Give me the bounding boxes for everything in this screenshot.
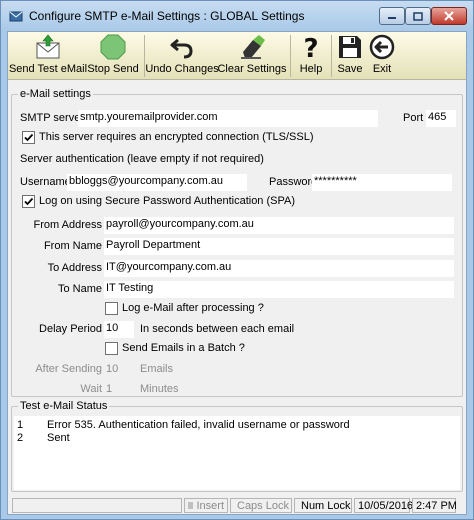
checkmark-icon [24,133,34,142]
from-address-label: From Address [33,219,102,231]
clear-settings-label: Clear Settings [217,63,287,75]
status-bar-blank-panel [12,498,182,513]
username-label: Username [20,176,71,188]
exit-label: Exit [372,63,392,75]
caps-lock-indicator: Caps Lock [230,498,292,513]
num-lock-indicator-label: Num Lock [301,499,351,512]
wait-unit: Minutes [140,383,179,395]
email-settings-group: e-Mail settings SMTP server smtp.yourema… [11,88,463,397]
send-test-email-button[interactable]: Send Test eMail [8,32,88,80]
status-row-message: Sent [47,432,70,444]
status-date: 10/05/2016 [354,498,413,513]
send-test-email-label: Send Test eMail [8,63,88,75]
exit-button[interactable]: Exit [368,32,396,80]
spa-checkbox[interactable] [22,195,35,208]
delay-period-label: Delay Period [39,323,102,335]
to-address-label: To Address [47,262,102,274]
email-settings-group-label: e-Mail settings [18,88,93,100]
batch-checkbox[interactable] [105,342,118,355]
from-name-label: From Name [43,240,102,252]
undo-changes-button[interactable]: Undo Changes [145,32,219,80]
to-address-input[interactable]: IT@yourcompany.com.au [104,260,454,277]
checkmark-icon [24,197,34,206]
undo-changes-label: Undo Changes [145,63,219,75]
spa-label: Log on using Secure Password Authenticat… [39,195,296,207]
status-time: 2:47 PM [412,498,457,513]
save-label: Save [337,63,363,75]
delay-period-input[interactable]: 10 [104,321,134,338]
clear-settings-button[interactable]: Clear Settings [217,32,287,80]
toolbar: Send Test eMail Stop Send Undo Changes C… [8,32,466,80]
window-title: Configure SMTP e-Mail Settings : GLOBAL … [29,9,305,23]
question-mark-icon: ? [303,34,318,60]
maximize-icon [413,11,423,21]
caps-lock-indicator-label: Caps Lock [237,499,289,512]
server-auth-label: Server authentication (leave empty if no… [20,153,264,165]
toolbar-separator [290,35,291,77]
username-input[interactable]: bbloggs@yourcompany.com.au [67,174,247,191]
client-area: Send Test eMail Stop Send Undo Changes C… [7,31,467,515]
to-name-label: To Name [57,283,102,295]
from-name-input[interactable]: Payroll Department [104,238,454,255]
exit-arrow-icon [369,34,395,60]
insert-indicator: Insert [184,498,228,513]
wait-label: Wait [80,383,102,395]
status-list[interactable]: 1 Error 535. Authentication failed, inva… [14,416,460,490]
password-input[interactable]: ********** [312,174,452,191]
maximize-button[interactable] [405,7,431,25]
status-row-number: 2 [17,432,24,444]
status-row-message: Error 535. Authentication failed, invali… [47,419,350,431]
after-sending-value: 10 [106,363,119,375]
stop-send-button[interactable]: Stop Send [87,32,139,80]
svg-text:?: ? [303,34,318,60]
from-address-input[interactable]: payroll@yourcompany.com.au [104,217,454,234]
stop-send-label: Stop Send [87,63,139,75]
status-row-number: 1 [17,419,24,431]
floppy-disk-icon [339,36,361,58]
stop-octagon-icon [100,34,126,60]
insert-indicator-icon [188,502,194,509]
help-button[interactable]: ? Help [296,32,326,80]
minimize-icon [388,17,396,19]
password-label: Password [269,176,318,188]
port-input[interactable]: 465 [426,110,456,127]
eraser-icon [241,35,265,59]
after-sending-unit: Emails [140,363,174,375]
title-bar[interactable]: Configure SMTP e-Mail Settings : GLOBAL … [1,1,473,31]
undo-arrow-icon [170,38,193,59]
insert-indicator-label: Insert [196,499,224,512]
toolbar-separator [331,35,332,77]
wait-value: 1 [106,383,113,395]
batch-label: Send Emails in a Batch ? [122,342,245,354]
num-lock-indicator: Num Lock [294,498,352,513]
test-email-status-group-label: Test e-Mail Status [18,400,110,412]
smtp-server-input[interactable]: smtp.youremailprovider.com [78,110,378,127]
test-email-status-group: Test e-Mail Status 1 Error 535. Authenti… [11,400,463,492]
envelope-send-icon [36,34,60,59]
log-email-label: Log e-Mail after processing ? [122,302,264,314]
help-label: Help [299,63,323,75]
port-label: Port [403,112,424,124]
app-icon [9,11,23,22]
save-button[interactable]: Save [336,32,364,80]
close-button[interactable] [431,7,467,25]
app-window: Configure SMTP e-Mail Settings : GLOBAL … [0,0,474,520]
minimize-button[interactable] [379,7,405,25]
status-bar: Insert Caps Lock Num Lock 10/05/2016 2:4… [8,496,466,514]
to-name-input[interactable]: IT Testing [104,281,454,298]
tls-checkbox[interactable] [22,131,35,144]
log-email-checkbox[interactable] [105,302,118,315]
smtp-server-label: SMTP server [20,112,84,124]
close-icon [444,11,454,21]
tls-label: This server requires an encrypted connec… [39,131,314,143]
delay-period-hint: In seconds between each email [140,323,295,335]
after-sending-label: After Sending [35,363,102,375]
